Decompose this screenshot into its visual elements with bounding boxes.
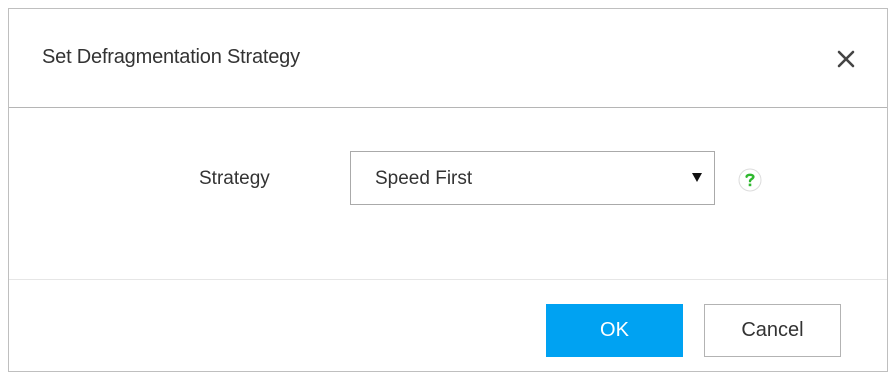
question-help-icon — [738, 168, 762, 192]
dialog-footer: OK Cancel — [9, 280, 887, 371]
dialog-body: Strategy Speed First — [9, 108, 887, 280]
caret-down-icon — [692, 173, 702, 182]
cancel-button[interactable]: Cancel — [704, 304, 841, 357]
close-button[interactable] — [831, 44, 861, 74]
strategy-selected-value: Speed First — [375, 168, 473, 189]
defragmentation-dialog: Set Defragmentation Strategy Strategy Sp… — [8, 8, 888, 372]
dialog-header: Set Defragmentation Strategy — [9, 9, 887, 108]
close-icon — [837, 50, 855, 68]
strategy-select[interactable]: Speed First — [350, 151, 715, 205]
strategy-label: Strategy — [199, 168, 270, 189]
help-button[interactable] — [738, 168, 762, 192]
dialog-title: Set Defragmentation Strategy — [42, 46, 300, 68]
ok-button[interactable]: OK — [546, 304, 683, 357]
